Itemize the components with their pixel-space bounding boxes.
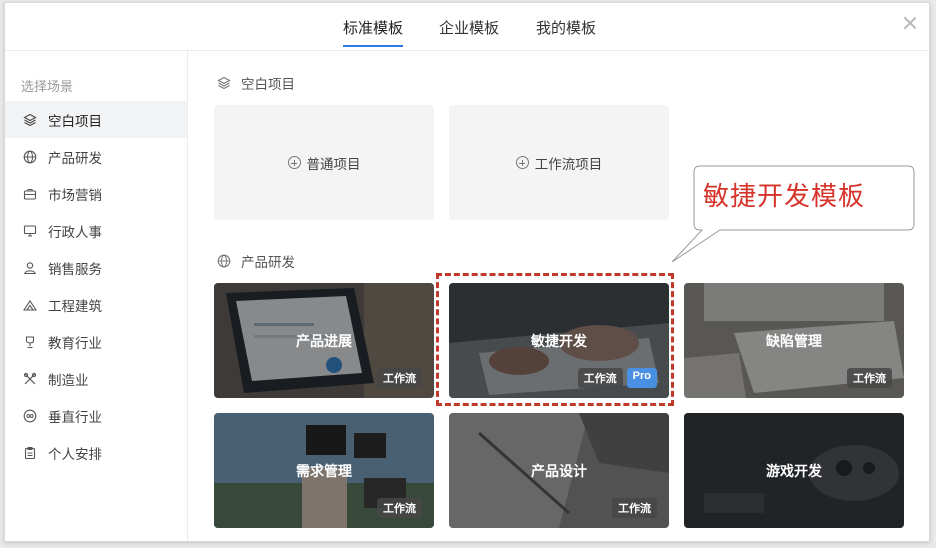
template-dialog: 标准模板 企业模板 我的模板 选择场景 空白项目 产品研发 市场营销 行政人事 … bbox=[4, 2, 930, 542]
template-card-product-design[interactable]: 产品设计 工作流 bbox=[449, 413, 669, 528]
workflow-tag: 工作流 bbox=[847, 368, 892, 388]
template-tags: 工作流 bbox=[377, 368, 422, 388]
workflow-tag: 工作流 bbox=[577, 368, 623, 388]
template-name: 需求管理 bbox=[296, 463, 352, 479]
template-tags: 工作流 Pro bbox=[577, 368, 657, 388]
sidebar-item-engineering[interactable]: 工程建筑 bbox=[5, 286, 187, 323]
card-label: 工作流项目 bbox=[534, 156, 603, 172]
plus-circle-icon bbox=[287, 156, 301, 169]
layers-icon bbox=[23, 113, 37, 126]
template-name: 缺陷管理 bbox=[766, 333, 822, 349]
template-card-agile-dev[interactable]: 敏捷开发 工作流 Pro bbox=[449, 283, 669, 398]
new-normal-project-card[interactable]: 普通项目 bbox=[214, 105, 434, 220]
template-tags: 工作流 bbox=[612, 498, 657, 518]
section-title-product: 产品研发 bbox=[217, 251, 295, 271]
building-icon bbox=[23, 299, 37, 311]
annotation-text: 敏捷开发模板 bbox=[703, 182, 866, 212]
template-card-requirements[interactable]: 需求管理 工作流 bbox=[214, 413, 434, 528]
sidebar-item-label: 产品研发 bbox=[48, 150, 102, 166]
sidebar-item-personal[interactable]: 个人安排 bbox=[5, 434, 187, 471]
sidebar-item-label: 空白项目 bbox=[48, 113, 102, 129]
close-icon[interactable] bbox=[899, 13, 921, 35]
person-icon bbox=[24, 261, 36, 274]
card-label: 普通项目 bbox=[306, 156, 361, 172]
plus-circle-icon bbox=[515, 156, 529, 169]
briefcase-icon bbox=[23, 188, 37, 200]
sidebar-item-label: 行政人事 bbox=[48, 224, 102, 240]
sidebar-item-label: 个人安排 bbox=[48, 446, 102, 462]
sidebar-item-marketing[interactable]: 市场营销 bbox=[5, 175, 187, 212]
globe-icon bbox=[217, 254, 231, 268]
sidebar-item-administration[interactable]: 行政人事 bbox=[5, 212, 187, 249]
section-title-text: 产品研发 bbox=[241, 255, 295, 270]
layers-icon bbox=[217, 76, 231, 90]
tab-enterprise-templates[interactable]: 企业模板 bbox=[439, 17, 499, 38]
workflow-tag: 工作流 bbox=[612, 498, 657, 518]
tab-bar: 标准模板 企业模板 我的模板 bbox=[5, 3, 929, 51]
sidebar-item-label: 工程建筑 bbox=[48, 298, 102, 314]
globe-icon bbox=[23, 150, 37, 163]
template-tags: 工作流 bbox=[377, 498, 422, 518]
workflow-tag: 工作流 bbox=[377, 498, 422, 518]
sidebar-item-manufacturing[interactable]: 制造业 bbox=[5, 360, 187, 397]
tab-standard-templates[interactable]: 标准模板 bbox=[343, 17, 404, 47]
sidebar-item-sales-service[interactable]: 销售服务 bbox=[5, 249, 187, 286]
template-name: 产品设计 bbox=[531, 463, 587, 479]
sidebar-item-label: 销售服务 bbox=[48, 261, 102, 277]
tools-icon bbox=[23, 372, 37, 384]
template-name: 敏捷开发 bbox=[531, 333, 587, 349]
section-title-text: 空白项目 bbox=[241, 77, 295, 92]
sidebar-item-vertical-industry[interactable]: 垂直行业 bbox=[5, 397, 187, 434]
monitor-icon bbox=[23, 224, 37, 237]
infinity-icon bbox=[23, 409, 37, 422]
template-name: 产品进展 bbox=[296, 333, 352, 349]
template-tags: 工作流 bbox=[847, 368, 892, 388]
section-title-blank: 空白项目 bbox=[217, 73, 295, 93]
sidebar-item-blank-project[interactable]: 空白项目 bbox=[5, 101, 187, 138]
trophy-icon bbox=[25, 335, 35, 348]
sidebar-title: 选择场景 bbox=[21, 79, 74, 94]
template-card-game-dev[interactable]: 游戏开发 bbox=[684, 413, 904, 528]
sidebar-item-label: 教育行业 bbox=[48, 335, 102, 351]
pro-badge: Pro bbox=[626, 368, 657, 388]
sidebar-item-product-rd[interactable]: 产品研发 bbox=[5, 138, 187, 175]
template-card-product-progress[interactable]: 产品进展 工作流 bbox=[214, 283, 434, 398]
tab-my-templates[interactable]: 我的模板 bbox=[536, 17, 596, 38]
template-card-defect-management[interactable]: 缺陷管理 工作流 bbox=[684, 283, 904, 398]
workflow-tag: 工作流 bbox=[377, 368, 422, 388]
sidebar-item-label: 垂直行业 bbox=[48, 409, 102, 425]
sidebar-item-label: 制造业 bbox=[48, 372, 89, 388]
scene-sidebar: 选择场景 空白项目 产品研发 市场营销 行政人事 销售服务 工程建筑 教育行业 bbox=[5, 51, 188, 541]
new-workflow-project-card[interactable]: 工作流项目 bbox=[449, 105, 669, 220]
clipboard-icon bbox=[24, 446, 36, 459]
sidebar-item-education[interactable]: 教育行业 bbox=[5, 323, 187, 360]
template-name: 游戏开发 bbox=[766, 463, 822, 479]
sidebar-item-label: 市场营销 bbox=[48, 187, 102, 203]
